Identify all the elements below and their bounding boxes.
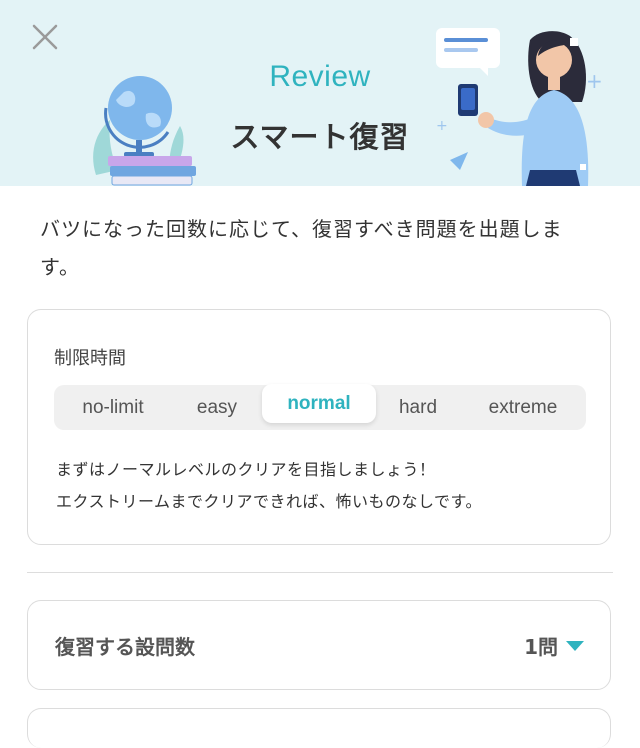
difficulty-option-extreme[interactable]: extreme [460, 385, 586, 430]
section-divider [27, 572, 613, 573]
difficulty-option-easy[interactable]: easy [172, 385, 262, 430]
next-section-card [27, 708, 611, 748]
time-limit-note: まずはノーマルレベルのクリアを目指しましょう！ エクストリームまでクリアできれば… [56, 454, 482, 518]
question-count-selector[interactable]: 復習する設問数 1問 [27, 600, 611, 690]
difficulty-segmented-control: no-limit easy normal hard extreme [54, 384, 586, 430]
question-count-value: 1問 [524, 635, 558, 659]
time-limit-card: 制限時間 no-limit easy normal hard extreme ま… [27, 309, 611, 545]
caret-down-icon [566, 641, 584, 651]
time-limit-note-line1: まずはノーマルレベルのクリアを目指しましょう！ [56, 460, 436, 479]
difficulty-option-hard[interactable]: hard [376, 385, 460, 430]
difficulty-option-no-limit[interactable]: no-limit [54, 385, 172, 430]
page-title: スマート復習 [230, 120, 410, 154]
time-limit-note-line2: エクストリームまでクリアできれば、怖いものなしです。 [56, 492, 482, 511]
woman-with-phone-illustration: + + [436, 28, 603, 186]
hero-subtitle: Review [269, 60, 371, 93]
description-text: バツになった回数に応じて、復習すべき問題を出題します。 [40, 217, 563, 279]
difficulty-option-normal[interactable]: normal [262, 384, 376, 423]
hero-banner: + + Review スマート復習 [0, 0, 640, 186]
time-limit-label: 制限時間 [54, 348, 126, 369]
question-count-label: 復習する設問数 [55, 635, 195, 659]
close-icon[interactable] [28, 20, 62, 54]
